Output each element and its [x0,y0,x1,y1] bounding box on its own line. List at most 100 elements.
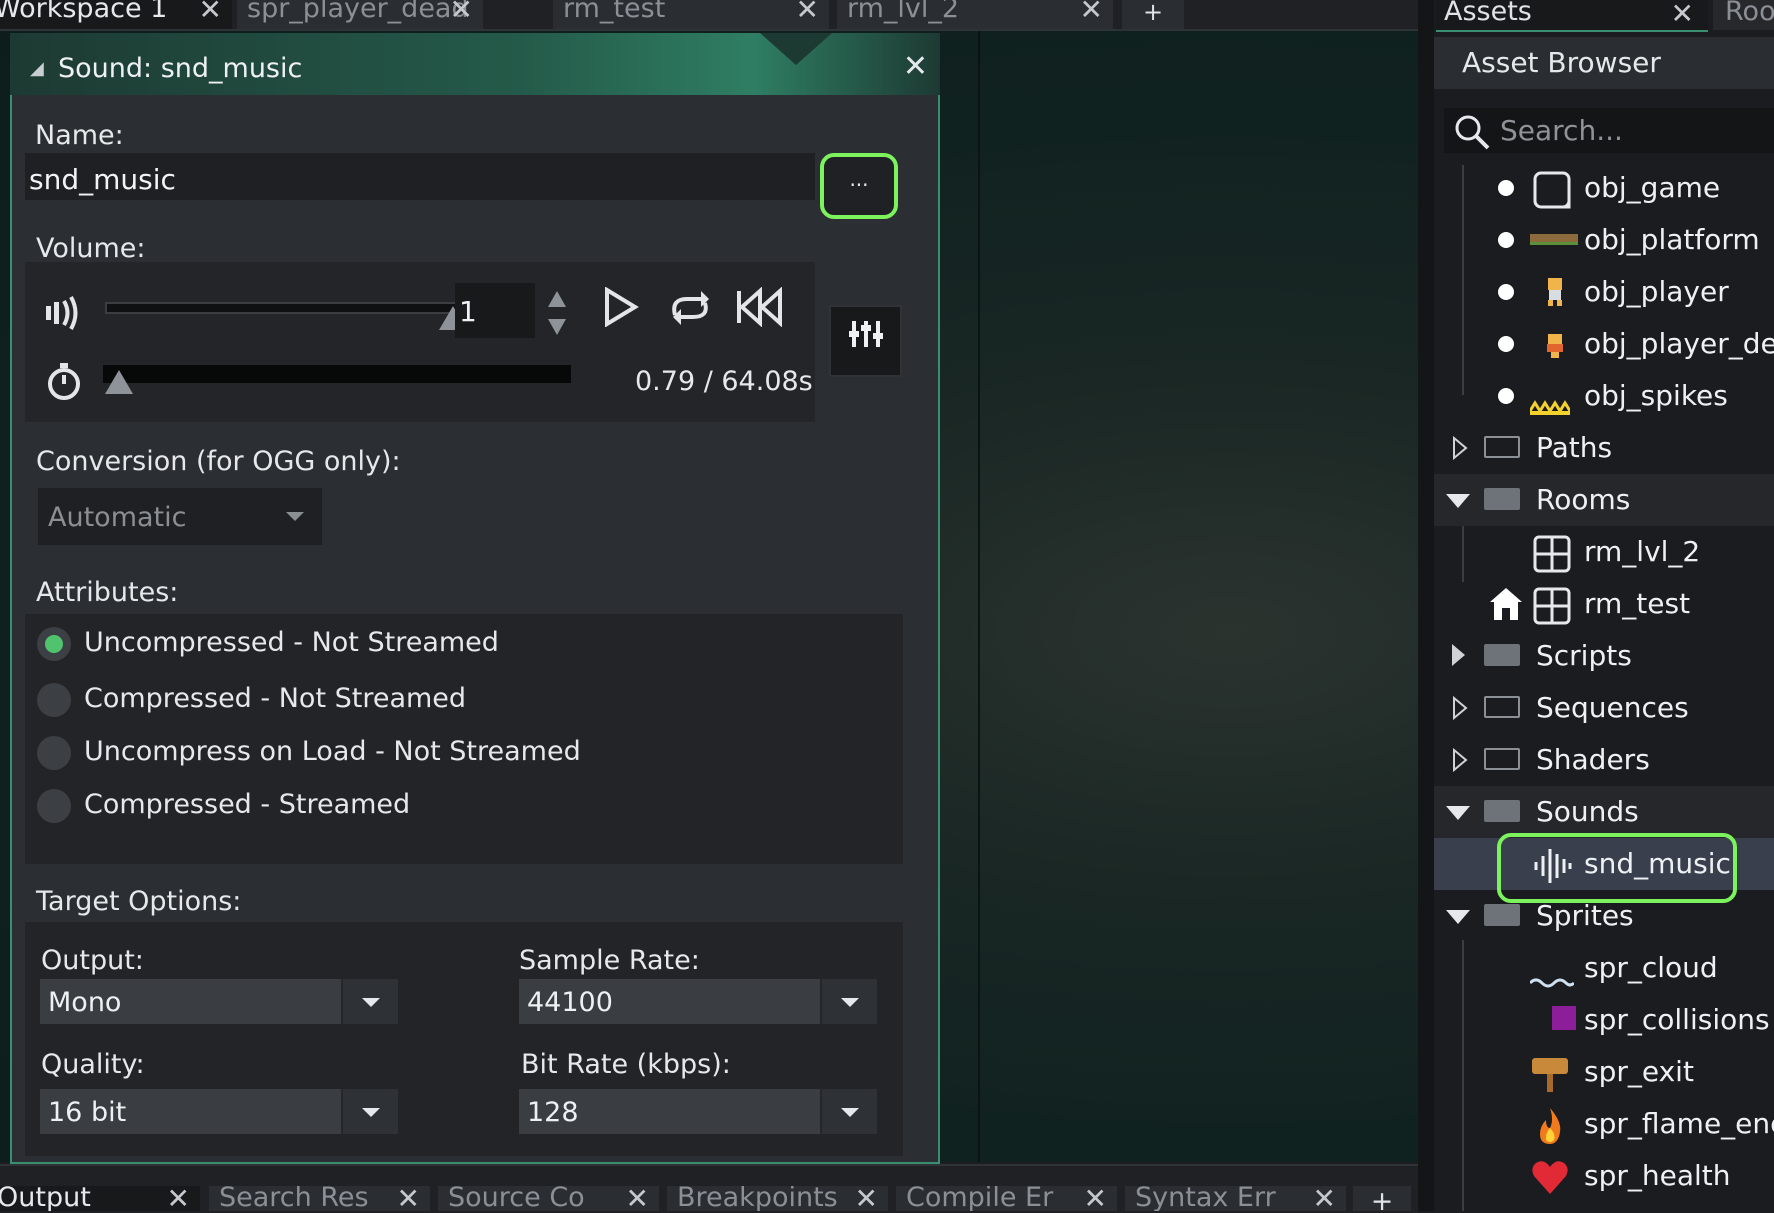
tree-item-spr-health[interactable]: spr_health [1434,1150,1774,1202]
tree-folder-sequences[interactable]: Sequences [1434,682,1774,734]
attribute-label-compressed: Compressed - Not Streamed [84,683,467,714]
tree-item-label: Paths [1536,431,1613,464]
tab-rm-test[interactable]: rm_test ✕ [553,0,829,29]
chevron-down-icon[interactable] [1446,494,1470,508]
tab-breakpoints[interactable]: Breakpoints ✕ [667,1186,888,1211]
close-icon[interactable]: ✕ [1080,0,1103,24]
close-icon[interactable]: ✕ [167,1186,190,1211]
quality-dropdown[interactable]: 16 bit [40,1089,398,1134]
attribute-radio-uncompressed[interactable] [37,627,71,661]
sample-rate-value: 44100 [527,987,613,1018]
add-output-tab-button[interactable]: + [1353,1186,1411,1211]
close-icon[interactable]: ✕ [1313,1186,1336,1211]
conversion-dropdown[interactable]: Automatic [38,488,322,545]
bullet-icon [1498,232,1514,248]
chevron-down-icon[interactable] [341,979,398,1024]
chevron-down-icon[interactable] [820,979,877,1024]
room-icon [1532,586,1572,635]
conversion-value: Automatic [48,502,187,533]
playback-slider[interactable] [103,365,571,383]
tree-item-rm-lvl-2[interactable]: rm_lvl_2 [1434,526,1774,578]
chevron-down-icon[interactable] [1446,806,1470,820]
folder-icon [1484,644,1520,666]
chevron-down-icon[interactable] [341,1089,398,1134]
tree-item-obj-player-dead[interactable]: obj_player_dea [1434,318,1774,370]
chevron-right-icon[interactable] [1452,748,1468,772]
tree-item-spr-flame-enemy[interactable]: spr_flame_ene [1434,1098,1774,1150]
play-icon[interactable] [603,286,639,334]
target-options-label: Target Options: [36,886,242,917]
chevron-down-icon[interactable] [820,1089,877,1134]
output-label: Output: [41,945,144,976]
add-tab-button[interactable]: + [1122,0,1184,29]
close-icon[interactable]: ✕ [397,1186,420,1211]
asset-search-input[interactable]: Search... [1444,108,1774,153]
volume-slider[interactable] [105,302,457,314]
close-icon[interactable]: ✕ [855,1186,878,1211]
more-options-button[interactable]: ... [820,153,898,219]
output-dropdown[interactable]: Mono [40,979,398,1024]
chevron-right-icon[interactable] [1452,436,1468,460]
tab-output[interactable]: Output ✕ [0,1186,200,1211]
close-icon[interactable]: ✕ [903,49,928,84]
chevron-right-icon[interactable] [1452,644,1465,666]
tree-folder-sounds[interactable]: Sounds [1434,786,1774,838]
tree-item-rm-test[interactable]: rm_test [1434,578,1774,630]
attribute-label-streamed: Compressed - Streamed [84,789,411,820]
rewind-icon[interactable] [734,286,784,334]
playback-slider-handle[interactable] [104,370,133,394]
tab-workspace-1[interactable]: Workspace 1 ✕ [0,0,232,29]
spikes-sprite-icon [1528,388,1572,424]
tree-item-obj-player[interactable]: obj_player [1434,266,1774,318]
tree-folder-scripts[interactable]: Scripts [1434,630,1774,682]
tree-folder-paths[interactable]: Paths [1434,422,1774,474]
tree-folder-rooms[interactable]: Rooms [1434,474,1774,526]
bit-rate-dropdown[interactable]: 128 [519,1089,877,1134]
tab-source-control[interactable]: Source Co ✕ [438,1186,659,1211]
bit-rate-label: Bit Rate (kbps): [521,1049,731,1080]
chevron-right-icon[interactable] [1452,696,1468,720]
tab-label: Assets [1444,0,1532,27]
chevron-down-icon[interactable] [1446,910,1470,924]
tab-syntax-errors[interactable]: Syntax Err ✕ [1125,1186,1346,1211]
close-icon[interactable]: ✕ [1671,0,1694,30]
tab-label: Compile Er [906,1186,1054,1211]
sample-rate-dropdown[interactable]: 44100 [519,979,877,1024]
tree-item-obj-platform[interactable]: obj_platform [1434,214,1774,266]
tab-rooms[interactable]: Roo [1713,0,1774,30]
folder-icon [1484,696,1520,718]
tree-item-label: rm_test [1584,587,1691,620]
name-input[interactable]: snd_music [25,153,815,200]
close-icon[interactable]: ✕ [1084,1186,1107,1211]
close-icon[interactable]: ✕ [450,0,473,24]
tree-item-spr-exit[interactable]: spr_exit [1434,1046,1774,1098]
workspace-divider [978,31,980,1162]
tab-assets[interactable]: Assets ✕ [1436,0,1708,32]
tab-label: Output [0,1186,91,1211]
volume-up-icon[interactable] [546,289,568,311]
attribute-radio-compressed[interactable] [37,683,71,717]
tab-compile-errors[interactable]: Compile Er ✕ [896,1186,1117,1211]
close-icon[interactable]: ✕ [796,0,819,24]
tree-item-spr-cloud[interactable]: spr_cloud [1434,942,1774,994]
tab-label: Source Co [448,1186,585,1211]
tab-spr-player-dead[interactable]: spr_player_dead ✕ [237,0,483,29]
tab-rm-lvl-2[interactable]: rm_lvl_2 ✕ [837,0,1113,29]
loop-icon[interactable] [667,287,713,334]
room-icon [1532,534,1572,583]
tree-item-obj-spikes[interactable]: obj_spikes [1434,370,1774,422]
tree-item-spr-collisions[interactable]: spr_collisions [1434,994,1774,1046]
tree-folder-shaders[interactable]: Shaders [1434,734,1774,786]
close-icon[interactable]: ✕ [626,1186,649,1211]
tab-search-results[interactable]: Search Res ✕ [209,1186,430,1211]
attribute-radio-streamed[interactable] [37,789,71,823]
mixer-button[interactable] [829,305,902,377]
close-icon[interactable]: ✕ [199,0,222,24]
tree-item-obj-game[interactable]: obj_game [1434,162,1774,214]
volume-down-icon[interactable] [546,315,568,337]
mixer-icon [848,321,884,357]
panel-splitter[interactable] [1418,0,1434,1211]
tree-folder-sprites[interactable]: Sprites [1434,890,1774,942]
attribute-radio-uncompress-on-load[interactable] [37,736,71,770]
volume-number-input[interactable]: 1 [455,283,535,338]
